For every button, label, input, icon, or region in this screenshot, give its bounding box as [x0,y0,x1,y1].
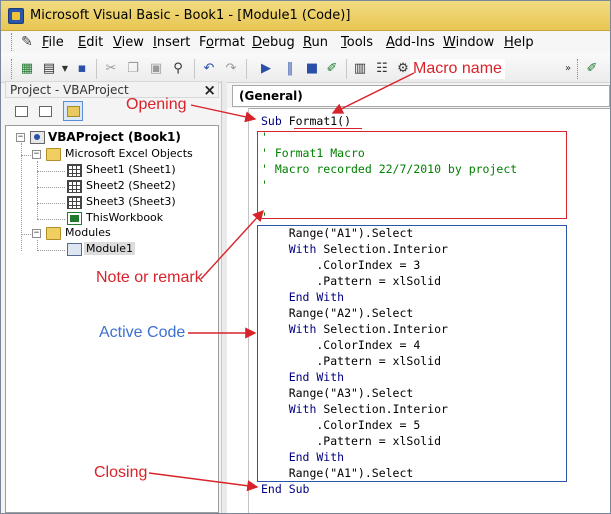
menu-grip[interactable] [11,33,15,51]
tree-item-excel-objects[interactable]: Microsoft Excel Objects [65,147,193,160]
view-object-icon [39,106,52,117]
macro-name-underline [294,128,362,129]
toggle-folders-button[interactable] [63,101,83,121]
tree-item-sheet2[interactable]: Sheet2 (Sheet2) [86,179,176,192]
design-mode-icon[interactable]: ✐ [323,60,341,78]
run-icon[interactable]: ▶ [257,60,275,78]
toolbar-separator [246,59,247,79]
menu-window[interactable]: Window [443,35,494,50]
label-note-or-remark: Note or remark [96,269,203,286]
tree-guide [37,219,65,220]
folder-icon [46,227,61,240]
folder-icon [67,106,80,117]
project-pane-title: Project - VBAProject [10,83,129,97]
menu-format[interactable]: Format [199,35,245,50]
code-line[interactable]: End Sub [261,482,309,496]
menu-file[interactable]: File [42,35,64,50]
menu-insert[interactable]: Insert [153,35,190,50]
break-icon[interactable]: ‖ [281,60,299,78]
tree-item-sheet1[interactable]: Sheet1 (Sheet1) [86,163,176,176]
tree-guide [21,234,31,235]
tree-item-vbaproject[interactable]: VBAProject (Book1) [48,130,181,144]
menu-view[interactable]: View [113,35,144,50]
project-pane-header: Project - VBAProject × [5,81,219,99]
worksheet-icon [67,180,82,193]
view-code-button[interactable] [11,101,31,121]
active-code-highlight-box [257,225,567,482]
copy-icon[interactable]: ❐ [124,60,142,78]
code-line[interactable]: Sub Format1() [261,114,351,128]
vbaproject-icon [30,131,45,144]
menu-edit[interactable]: Edit [78,35,103,50]
paste-icon[interactable]: ▣ [147,60,165,78]
toolbar-grip[interactable] [577,59,581,79]
close-icon[interactable]: × [203,81,216,99]
tree-item-modules[interactable]: Modules [65,226,111,239]
vbe-app-icon [8,8,24,24]
project-explorer-icon[interactable]: ▥ [351,60,369,78]
folder-icon [46,148,61,161]
worksheet-icon [67,196,82,209]
label-macro-name: Macro name [410,59,505,79]
expander-excel-objects[interactable]: − [32,150,41,159]
tree-item-sheet3[interactable]: Sheet3 (Sheet3) [86,195,176,208]
module-icon [67,243,82,256]
view-code-icon [15,106,28,117]
toolbar-overflow-icon[interactable]: » [559,60,577,78]
label-closing: Closing [94,464,148,481]
tree-guide [37,203,65,204]
menu-run[interactable]: Run [303,35,328,50]
tree-item-thisworkbook[interactable]: ThisWorkbook [86,211,163,224]
undo-icon[interactable]: ↶ [200,60,218,78]
tree-guide [21,155,31,156]
cut-icon[interactable]: ✂ [102,60,120,78]
title-bar: Microsoft Visual Basic - Book1 - [Module… [1,1,610,31]
code-margin[interactable] [227,108,249,513]
comment-highlight-box [257,131,567,219]
save-icon[interactable]: ▪ [73,60,91,78]
toolbar-separator [194,59,195,79]
label-opening: Opening [126,96,187,113]
label-active-code: Active Code [99,324,186,341]
object-combobox-value: (General) [239,89,303,103]
menu-help[interactable]: Help [504,35,534,50]
find-icon[interactable]: ⚲ [169,60,187,78]
toolbar-separator [346,59,347,79]
view-excel-icon[interactable]: ▦ [18,60,36,78]
object-combobox[interactable]: (General) [232,85,610,107]
tree-guide [37,161,38,219]
view-object-button[interactable] [35,101,55,121]
expander-root[interactable]: − [16,133,25,142]
design-mode-icon-2[interactable]: ✐ [583,60,601,78]
toolbar-separator [96,59,97,79]
excel-view-icon[interactable]: ✎ [19,34,35,50]
toolbar-grip[interactable] [11,59,15,79]
properties-window-icon[interactable]: ☷ [373,60,391,78]
menu-tools[interactable]: Tools [341,35,373,50]
project-pane-toolbar [5,99,219,125]
window-title: Microsoft Visual Basic - Book1 - [Module… [30,8,351,23]
worksheet-icon [67,164,82,177]
redo-icon[interactable]: ↷ [222,60,240,78]
tree-item-module1[interactable]: Module1 [84,242,135,255]
workbook-icon [67,212,82,225]
tree-guide [37,250,65,251]
insert-dropdown-icon[interactable]: ▼ [56,60,74,78]
tree-guide [37,187,65,188]
menu-debug[interactable]: Debug [252,35,295,50]
menu-add-ins[interactable]: Add-Ins [386,35,435,50]
vbe-window: Microsoft Visual Basic - Book1 - [Module… [0,0,611,514]
tree-guide [37,171,65,172]
expander-modules[interactable]: − [32,229,41,238]
reset-icon[interactable]: ■ [303,60,321,78]
project-tree[interactable]: − VBAProject (Book1) − Microsoft Excel O… [5,125,219,513]
